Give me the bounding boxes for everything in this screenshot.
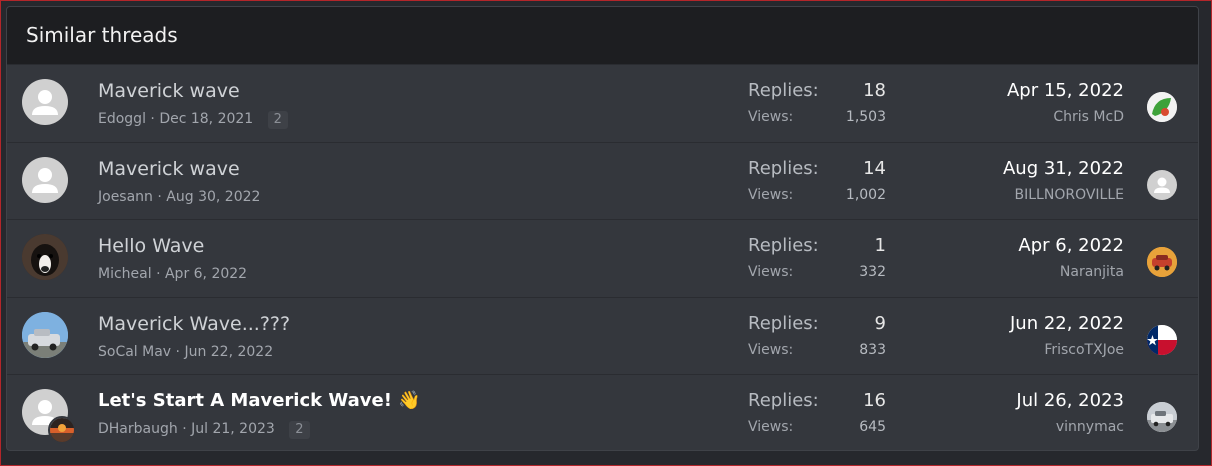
thread-meta: Joesann · Aug 30, 2022 bbox=[98, 188, 261, 205]
replies-count: 14 bbox=[863, 157, 886, 179]
last-post-user[interactable]: BILLNOROVILLE bbox=[1015, 187, 1124, 203]
last-post-date[interactable]: Jun 22, 2022 bbox=[1010, 313, 1124, 334]
last-post-user[interactable]: vinnymac bbox=[1056, 419, 1124, 435]
last-post-date[interactable]: Jul 26, 2023 bbox=[1016, 390, 1124, 411]
thread-meta: Micheal · Apr 6, 2022 bbox=[98, 266, 248, 282]
page-jump-link[interactable]: 2 bbox=[289, 421, 310, 439]
default-user-icon[interactable] bbox=[1147, 169, 1177, 200]
last-post-user[interactable]: Chris McD bbox=[1053, 109, 1124, 125]
replies-label: Replies: bbox=[748, 235, 819, 256]
thread-date[interactable]: Jul 21, 2023 bbox=[191, 421, 275, 437]
views-label: Views: bbox=[748, 109, 794, 125]
last-post-user[interactable]: Naranjita bbox=[1060, 264, 1124, 280]
views-count: 833 bbox=[859, 341, 886, 358]
replies-count: 1 bbox=[874, 235, 886, 256]
thread-title-link[interactable]: Maverick Wave...??? bbox=[98, 313, 290, 335]
views-count: 645 bbox=[859, 419, 886, 435]
default-user-icon[interactable] bbox=[22, 79, 68, 125]
default-user-icon[interactable] bbox=[22, 156, 68, 203]
truck-photo-avatar[interactable] bbox=[1147, 402, 1177, 432]
last-post-date[interactable]: Aug 31, 2022 bbox=[1003, 158, 1124, 179]
thread-row[interactable]: Maverick Wave...??? SoCal Mav · Jun 22, … bbox=[7, 296, 1198, 375]
views-count: 332 bbox=[859, 264, 886, 280]
thread-meta: DHarbaugh · Jul 21, 2023 2 bbox=[98, 421, 310, 439]
orange-car-avatar[interactable] bbox=[1147, 247, 1177, 277]
thread-author[interactable]: Micheal bbox=[98, 266, 152, 282]
last-post-user[interactable]: FriscoTXJoe bbox=[1044, 342, 1124, 358]
thread-author[interactable]: DHarbaugh bbox=[98, 421, 178, 437]
block-title: Similar threads bbox=[7, 7, 1198, 64]
last-post-date[interactable]: Apr 15, 2022 bbox=[1007, 80, 1124, 101]
last-post-date[interactable]: Apr 6, 2022 bbox=[1018, 235, 1124, 256]
thread-author[interactable]: Joesann bbox=[98, 189, 153, 205]
views-label: Views: bbox=[748, 419, 794, 435]
views-count: 1,002 bbox=[845, 186, 886, 203]
replies-label: Replies: bbox=[748, 157, 819, 179]
replies-count: 16 bbox=[863, 390, 886, 411]
thread-meta: Edoggl · Dec 18, 2021 2 bbox=[98, 111, 288, 129]
green-leaf-avatar[interactable] bbox=[1147, 92, 1177, 122]
texas-flag-avatar[interactable] bbox=[1147, 324, 1177, 355]
thread-row[interactable]: Hello Wave Micheal · Apr 6, 2022 Replies… bbox=[7, 219, 1198, 297]
truck-photo-avatar[interactable] bbox=[22, 311, 68, 358]
views-label: Views: bbox=[748, 264, 794, 280]
similar-threads-block: Similar threads Maverick wave Edoggl · D… bbox=[6, 6, 1199, 451]
thread-date[interactable]: Jun 22, 2022 bbox=[184, 344, 273, 360]
thread-row[interactable]: Maverick wave Edoggl · Dec 18, 2021 2 Re… bbox=[7, 64, 1198, 142]
views-label: Views: bbox=[748, 186, 794, 203]
replies-label: Replies: bbox=[748, 390, 819, 411]
replies-label: Replies: bbox=[748, 312, 819, 334]
thread-title-link[interactable]: Let's Start A Maverick Wave! 👋 bbox=[98, 390, 421, 411]
page-jump-link[interactable]: 2 bbox=[267, 111, 288, 129]
thread-meta: SoCal Mav · Jun 22, 2022 bbox=[98, 343, 274, 360]
thread-author[interactable]: SoCal Mav bbox=[98, 344, 171, 360]
replies-count: 9 bbox=[874, 312, 886, 334]
thread-row[interactable]: Let's Start A Maverick Wave! 👋 DHarbaugh… bbox=[7, 374, 1198, 450]
thread-title-link[interactable]: Hello Wave bbox=[98, 235, 204, 257]
views-label: Views: bbox=[748, 341, 794, 358]
replies-count: 18 bbox=[863, 80, 886, 101]
thread-date[interactable]: Aug 30, 2022 bbox=[166, 189, 260, 205]
thread-title-link[interactable]: Maverick wave bbox=[98, 80, 240, 102]
thread-date[interactable]: Apr 6, 2022 bbox=[165, 266, 247, 282]
views-count: 1,503 bbox=[845, 109, 886, 125]
thread-author[interactable]: Edoggl bbox=[98, 111, 146, 127]
thread-date[interactable]: Dec 18, 2021 bbox=[159, 111, 253, 127]
thread-title-link[interactable]: Maverick wave bbox=[98, 158, 240, 180]
sunset-badge-icon bbox=[48, 416, 76, 444]
dog-photo-avatar[interactable] bbox=[22, 234, 68, 280]
replies-label: Replies: bbox=[748, 80, 819, 101]
thread-row[interactable]: Maverick wave Joesann · Aug 30, 2022 Rep… bbox=[7, 141, 1198, 220]
